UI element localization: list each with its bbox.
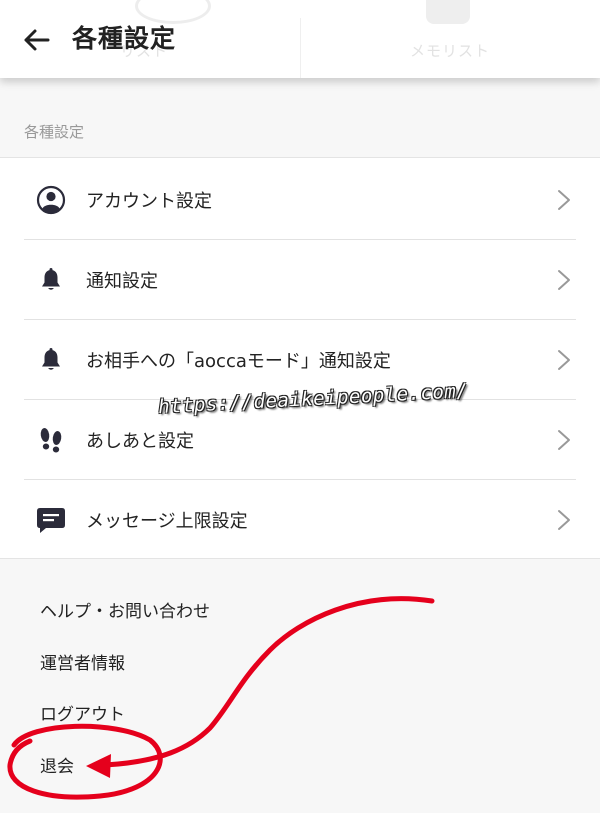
annotation-arrow-line bbox=[102, 596, 435, 768]
message-icon bbox=[36, 505, 66, 535]
settings-item-account[interactable]: アカウント設定 bbox=[24, 160, 576, 240]
chevron-right-icon bbox=[554, 348, 574, 372]
bell-icon bbox=[36, 265, 66, 295]
logout-link[interactable]: ログアウト bbox=[40, 700, 125, 725]
bell-icon bbox=[36, 345, 66, 375]
settings-item-label: あしあと設定 bbox=[86, 430, 194, 452]
settings-item-label: 通知設定 bbox=[86, 270, 158, 292]
help-contact-link[interactable]: ヘルプ・お問い合わせ bbox=[40, 597, 210, 622]
settings-item-footprints[interactable]: あしあと設定 bbox=[24, 400, 576, 480]
account-circle-icon bbox=[36, 185, 66, 215]
section-label: 各種設定 bbox=[24, 123, 85, 141]
settings-item-notification[interactable]: 通知設定 bbox=[24, 240, 576, 320]
settings-item-label: メッセージ上限設定 bbox=[86, 511, 248, 532]
chevron-right-icon bbox=[554, 508, 574, 532]
withdraw-link[interactable]: 退会 bbox=[40, 752, 74, 777]
annotation-arrowhead bbox=[86, 754, 111, 778]
footprints-icon bbox=[36, 425, 66, 455]
settings-item-label: お相手への「aoccaモード」通知設定 bbox=[86, 350, 391, 372]
operator-info-link[interactable]: 運営者情報 bbox=[40, 649, 125, 674]
page-title: 各種設定 bbox=[72, 24, 177, 53]
tab-divider bbox=[300, 18, 301, 78]
background-tab-memo-list: メモリスト bbox=[410, 42, 491, 60]
back-button[interactable] bbox=[16, 20, 56, 60]
chevron-right-icon bbox=[554, 268, 574, 292]
settings-list: アカウント設定 通知設定 お相手への「aoccaモード」通知設定 あしあと設定 … bbox=[0, 157, 600, 559]
annotation-circle bbox=[7, 723, 163, 800]
chevron-right-icon bbox=[554, 428, 574, 452]
settings-item-label: アカウント設定 bbox=[86, 190, 212, 212]
app-header: リスト メモリスト 各種設定 bbox=[0, 0, 600, 78]
arrow-left-icon bbox=[24, 29, 50, 51]
memo-icon bbox=[426, 0, 470, 24]
settings-item-message-limit[interactable]: メッセージ上限設定 bbox=[24, 480, 576, 560]
chevron-right-icon bbox=[554, 188, 574, 212]
